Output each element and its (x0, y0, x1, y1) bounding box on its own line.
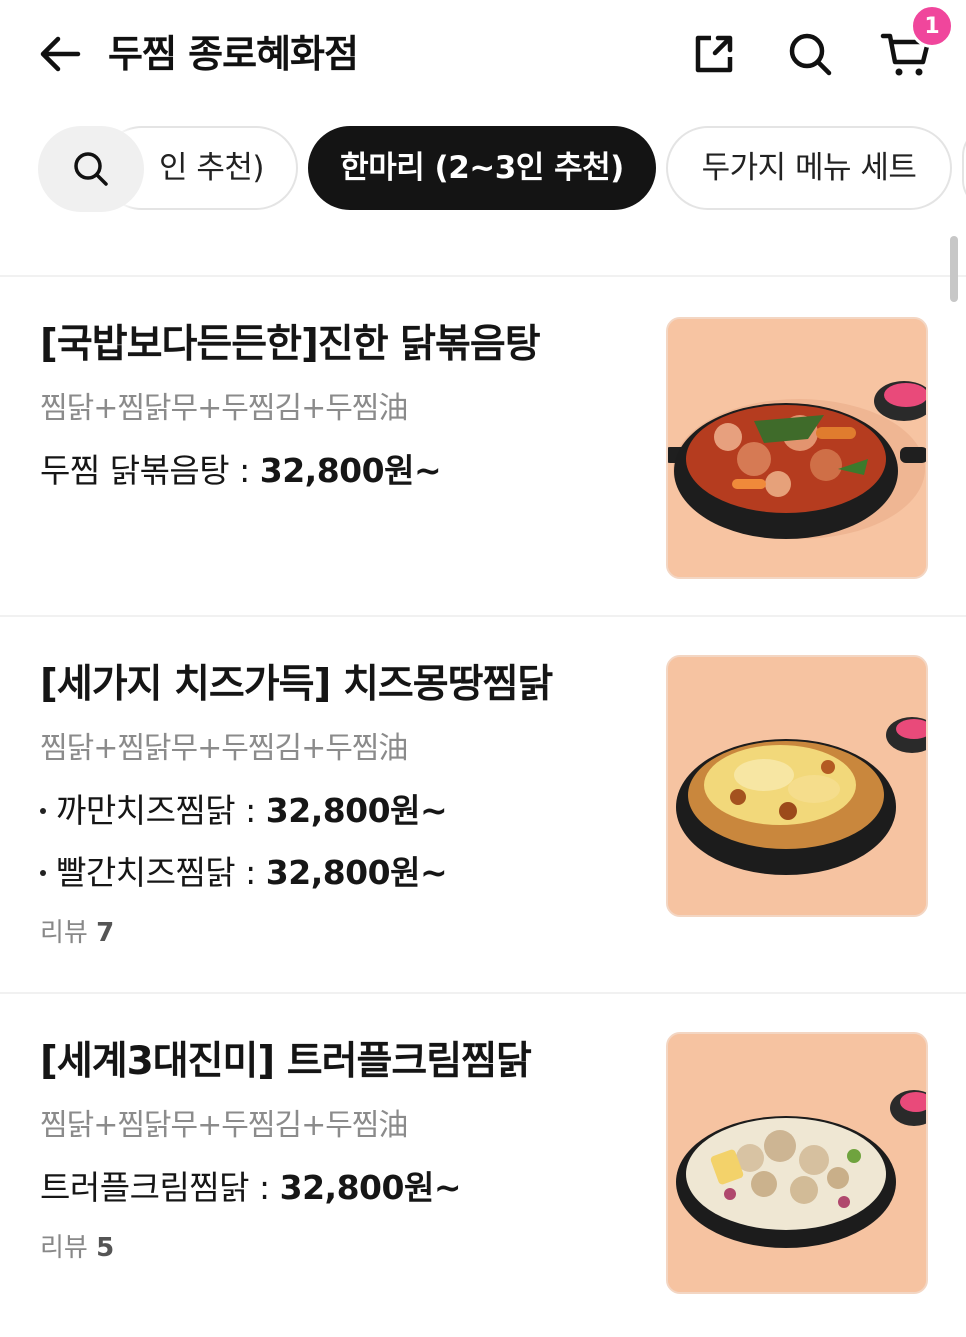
price-value: 32,800원~ (259, 451, 442, 490)
review-label: 리뷰 (40, 918, 88, 948)
menu-item-description: 찜닭+찜닭무+두찜김+두찜油 (40, 1108, 408, 1143)
review-count: 리뷰 5 (40, 1230, 114, 1266)
bullet (40, 807, 46, 814)
search-button[interactable] (782, 26, 838, 82)
menu-search-button[interactable] (38, 126, 144, 212)
review-number: 5 (96, 1233, 115, 1263)
menu-item-title: [세가지 치즈가득] 치즈몽땅찜닭 (40, 662, 553, 707)
review-label: 리뷰 (40, 1233, 88, 1263)
menu-item-image (666, 1032, 928, 1294)
price-line: 트러플크림찜닭 : 32,800원~ (40, 1166, 461, 1210)
menu-item[interactable]: [세계3대진미] 트러플크림찜닭 찜닭+찜닭무+두찜김+두찜油 트러플크림찜닭 … (0, 994, 966, 1337)
price-line: 두찜 닭볶음탕 : 32,800원~ (40, 449, 442, 493)
review-count: 리뷰 7 (40, 915, 114, 951)
app-header: 두찜 종로혜화점 1 (0, 0, 966, 108)
back-button[interactable] (34, 28, 86, 80)
category-chip[interactable]: 두가지 메뉴 세트 (666, 126, 952, 210)
price-option-name: 까만치즈찜닭 : (56, 791, 266, 830)
menu-item-title: [세계3대진미] 트러플크림찜닭 (40, 1039, 532, 1084)
price-value: 32,800원~ (265, 791, 448, 830)
price-value: 32,800원~ (265, 853, 448, 892)
cart-count-badge: 1 (910, 4, 954, 48)
share-icon (695, 35, 733, 73)
back-arrow-icon (40, 36, 81, 72)
food-image (668, 657, 926, 915)
category-track: 인 추천) 한마리 (2~3인 추천) 두가지 메뉴 세트 (0, 124, 966, 214)
price-option-name: 빨간치즈찜닭 : (56, 853, 266, 892)
menu-item-description: 찜닭+찜닭무+두찜김+두찜油 (40, 391, 408, 426)
bullet (40, 869, 46, 876)
review-number: 7 (96, 918, 115, 948)
search-icon (789, 33, 832, 76)
category-chip[interactable] (962, 126, 966, 210)
price-value: 32,800원~ (279, 1168, 462, 1207)
menu-item-title: [국밥보다든든한]진한 닭볶음탕 (40, 322, 541, 367)
menu-item[interactable]: [국밥보다든든한]진한 닭볶음탕 찜닭+찜닭무+두찜김+두찜油 두찜 닭볶음탕 … (0, 277, 966, 617)
category-tabs: 인 추천) 한마리 (2~3인 추천) 두가지 메뉴 세트 (0, 124, 966, 214)
price-option-name: 두찜 닭볶음탕 : (40, 451, 260, 490)
price-line: 빨간치즈찜닭 : 32,800원~ (40, 851, 448, 895)
menu-item-description: 찜닭+찜닭무+두찜김+두찜油 (40, 731, 408, 766)
share-button[interactable] (686, 26, 742, 82)
menu-item[interactable]: [세가지 치즈가득] 치즈몽땅찜닭 찜닭+찜닭무+두찜김+두찜油 까만치즈찜닭 … (0, 617, 966, 994)
price-line: 까만치즈찜닭 : 32,800원~ (40, 789, 448, 833)
food-image (668, 1034, 926, 1292)
price-option-name: 트러플크림찜닭 : (40, 1168, 280, 1207)
food-image (668, 319, 926, 577)
menu-item-image (666, 317, 928, 579)
menu-item-image (666, 655, 928, 917)
search-icon (74, 152, 108, 186)
store-title: 두찜 종로혜화점 (108, 32, 359, 76)
category-chip-selected[interactable]: 한마리 (2~3인 추천) (308, 126, 656, 210)
